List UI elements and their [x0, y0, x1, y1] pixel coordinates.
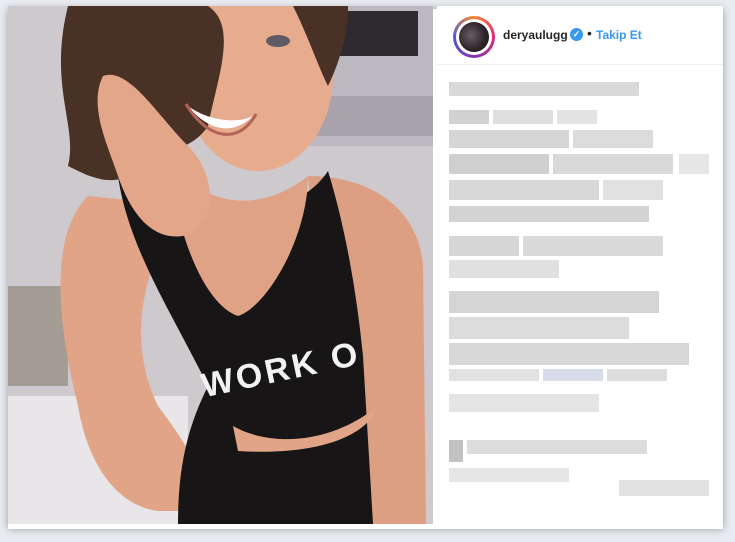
- verified-badge-icon: ✓: [570, 28, 583, 41]
- post-photo[interactable]: WORK O: [8, 6, 433, 524]
- avatar-image: [459, 22, 489, 52]
- follow-button[interactable]: Takip Et: [596, 28, 642, 42]
- selfie-image: [8, 6, 433, 524]
- blurred-caption: [449, 76, 711, 516]
- post-sidebar: deryaulugg ✓ • Takip Et: [437, 6, 723, 524]
- post-header: deryaulugg ✓ • Takip Et: [437, 6, 723, 65]
- separator-dot: •: [587, 25, 592, 41]
- username-link[interactable]: deryaulugg: [503, 28, 568, 42]
- avatar[interactable]: [453, 16, 495, 58]
